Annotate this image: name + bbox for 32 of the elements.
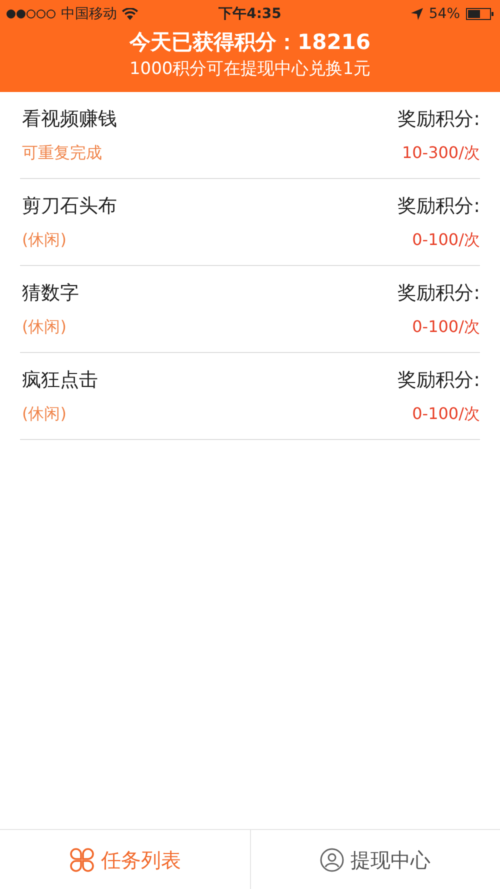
reward-range: 0-100/次 xyxy=(412,316,480,338)
reward-range: 0-100/次 xyxy=(412,229,480,252)
task-name: 看视频赚钱 xyxy=(22,106,117,132)
task-tag: (休闲) xyxy=(22,315,79,340)
task-item[interactable]: 猜数字 (休闲) 奖励积分: 0-100/次 xyxy=(20,266,480,353)
task-item[interactable]: 剪刀石头布 (休闲) 奖励积分: 0-100/次 xyxy=(20,179,480,266)
user-icon xyxy=(320,848,344,872)
signal-icon xyxy=(6,9,56,19)
battery-icon xyxy=(466,8,494,20)
task-item[interactable]: 疯狂点击 (休闲) 奖励积分: 0-100/次 xyxy=(20,353,480,440)
task-tag: 可重复完成 xyxy=(22,141,117,166)
points-title: 今天已获得积分：18216 xyxy=(128,29,372,56)
wifi-icon xyxy=(122,8,138,20)
reward-label: 奖励积分: xyxy=(398,368,480,393)
reward-range: 10-300/次 xyxy=(402,142,480,164)
reward-range: 0-100/次 xyxy=(412,403,480,426)
task-tag: (休闲) xyxy=(22,402,98,426)
task-name: 猜数字 xyxy=(22,280,79,306)
battery-percent: 54% xyxy=(428,4,460,24)
clover-icon xyxy=(68,846,95,872)
reward-label: 奖励积分: xyxy=(398,106,480,132)
tab-bar-item[interactable]: 提现中心 xyxy=(250,830,500,889)
task-item[interactable]: 看视频赚钱 可重复完成 奖励积分: 10-300/次 xyxy=(20,92,480,179)
clock-time: 下午4:35 xyxy=(218,4,282,24)
reward-label: 奖励积分: xyxy=(398,280,480,306)
task-tag: (休闲) xyxy=(22,228,117,252)
task-name: 疯狂点击 xyxy=(22,368,98,393)
exchange-note: 1000积分可在提现中心兑换1元 xyxy=(128,58,372,81)
location-arrow-icon xyxy=(410,8,423,20)
task-name: 剪刀石头布 xyxy=(22,194,117,219)
reward-label: 奖励积分: xyxy=(398,194,480,219)
carrier-name: 中国移动 xyxy=(61,4,117,24)
